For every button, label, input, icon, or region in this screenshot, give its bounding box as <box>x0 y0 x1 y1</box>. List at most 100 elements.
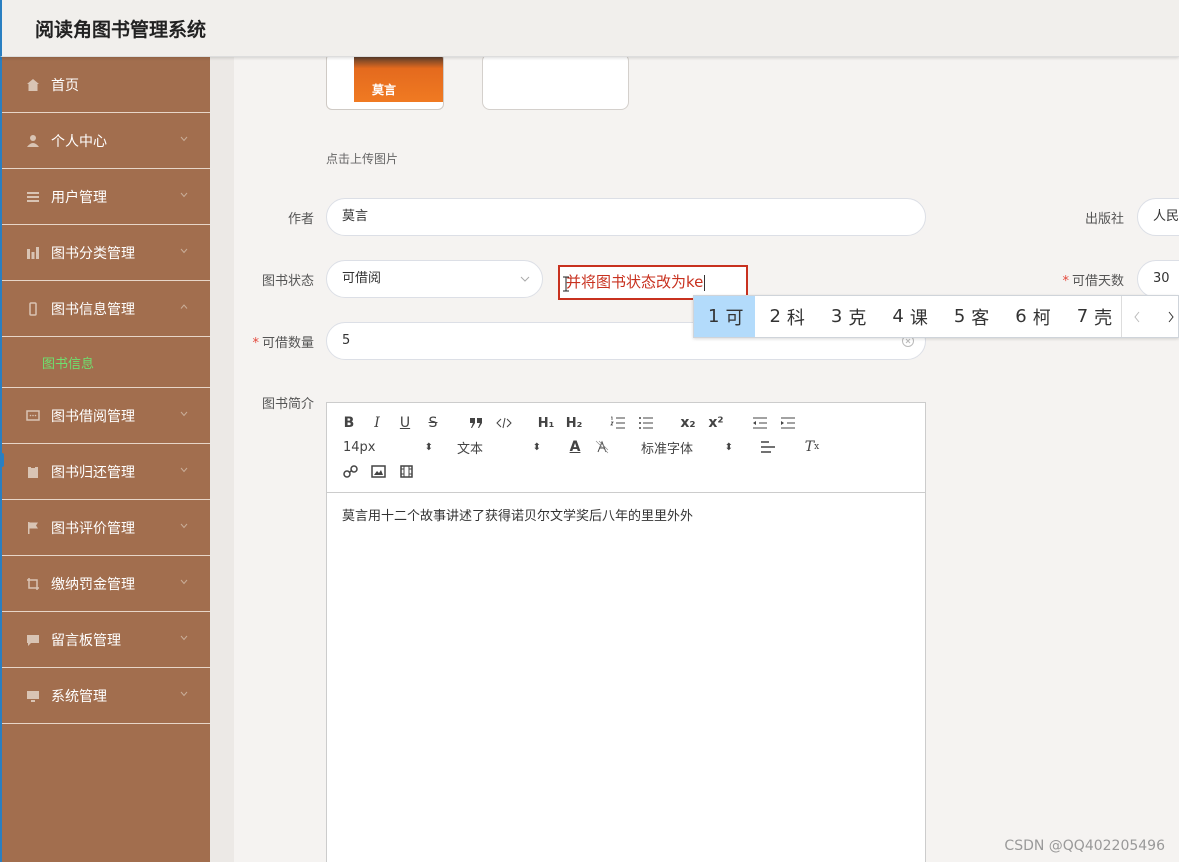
h1-button[interactable]: H₁ <box>535 414 557 432</box>
video-button[interactable] <box>395 462 417 480</box>
font-family-select[interactable]: 标准字体 ⬍ <box>641 438 733 457</box>
ime-candidate[interactable]: 7壳 <box>1063 296 1124 337</box>
sidebar-item-label: 图书信息管理 <box>51 301 135 318</box>
indent-button[interactable] <box>777 414 799 432</box>
font-family-value: 标准字体 <box>641 441 694 457</box>
bold-button[interactable]: B <box>339 414 359 432</box>
days-label: * 可借天数 <box>1044 270 1124 289</box>
link-button[interactable] <box>339 462 361 480</box>
ime-prev-button[interactable] <box>1121 296 1152 337</box>
subscript-button[interactable]: x₂ <box>677 414 699 432</box>
app-title: 阅读角图书管理系统 <box>35 19 207 41</box>
code-button[interactable] <box>493 414 515 432</box>
sidebar-item-label: 系统管理 <box>51 688 107 705</box>
align-button[interactable] <box>757 438 779 456</box>
ime-candidate-number: 7 <box>1076 306 1089 327</box>
align-left-icon <box>761 441 775 453</box>
ime-candidate-number: 5 <box>953 306 966 327</box>
chevron-down-icon <box>180 135 188 143</box>
image-icon <box>370 464 386 478</box>
chevron-down-icon <box>180 191 188 199</box>
h2-button[interactable]: H₂ <box>563 414 585 432</box>
flag-icon <box>26 521 40 535</box>
video-icon <box>399 464 413 478</box>
sidebar-subitem-book-info[interactable]: 图书信息 <box>2 337 210 388</box>
sidebar-item-return[interactable]: 图书归还管理 <box>2 444 210 500</box>
quote-button[interactable] <box>465 414 487 432</box>
sidebar-item-label: 图书评价管理 <box>51 520 135 537</box>
underline-button[interactable]: U <box>395 414 415 432</box>
days-input[interactable]: 30 <box>1137 260 1179 298</box>
ime-candidate[interactable]: 2科 <box>755 296 816 337</box>
status-label: 图书状态 <box>261 274 314 289</box>
quantity-label: * 可借数量 <box>234 332 314 351</box>
sidebar-item-user-management[interactable]: 用户管理 <box>2 169 210 225</box>
chevron-down-icon <box>180 466 188 474</box>
block-type-value: 文本 <box>457 441 484 457</box>
highlight-icon <box>595 440 609 454</box>
sidebar-item-personal-center[interactable]: 个人中心 <box>2 113 210 169</box>
sidebar-item-label: 首页 <box>51 77 79 94</box>
sidebar-item-home[interactable]: 首页 <box>2 57 210 113</box>
ime-candidate-number: 3 <box>830 306 843 327</box>
bullet-list-button[interactable] <box>635 414 657 432</box>
sidebar-item-label: 图书归还管理 <box>51 464 135 481</box>
book-cover-image: 莫言 <box>354 57 443 102</box>
ime-candidate-number: 4 <box>892 306 904 327</box>
chevron-right-icon <box>1168 311 1174 322</box>
upload-hint: 点击上传图片 <box>326 152 399 166</box>
ime-candidate[interactable]: 4课 <box>878 296 939 337</box>
list-icon <box>26 190 40 204</box>
sidebar-item-system[interactable]: 系统管理 <box>2 668 210 724</box>
editor-toolbar: B I U S H₁ H₂ x₂ x² 14px ⬍ 文本 ⬍ A 标准字体 ⬍ Tx <box>327 403 925 493</box>
home-icon <box>26 78 40 92</box>
ordered-list-button[interactable] <box>607 414 629 432</box>
updown-icon: ⬍ <box>724 441 733 453</box>
ime-candidate-number: 2 <box>769 306 781 327</box>
image-button[interactable] <box>367 462 389 480</box>
sidebar-item-label: 图书分类管理 <box>51 245 135 262</box>
image-upload-box[interactable] <box>482 57 629 110</box>
clear-format-button[interactable]: Tx <box>801 438 823 456</box>
font-size-select[interactable]: 14px ⬍ <box>343 438 433 456</box>
background-color-button[interactable] <box>591 438 613 456</box>
sidebar-item-review[interactable]: 图书评价管理 <box>2 500 210 556</box>
sidebar-item-borrow[interactable]: 图书借阅管理 <box>2 388 210 444</box>
ime-candidate-char: 客 <box>971 307 990 329</box>
ime-candidate[interactable]: 1可 <box>694 296 756 337</box>
editor-content[interactable]: 莫言用十二个故事讲述了获得诺贝尔文学奖后八年的里里外外 <box>327 493 925 536</box>
book-cover-thumbnail[interactable]: 莫言 <box>326 57 444 110</box>
superscript-button[interactable]: x² <box>705 414 727 432</box>
ime-next-button[interactable] <box>1156 296 1179 337</box>
ime-candidate-char: 可 <box>725 307 744 329</box>
days-label-text: 可借天数 <box>1071 274 1124 289</box>
author-input[interactable]: 莫言 <box>326 198 926 236</box>
sidebar-item-message-board[interactable]: 留言板管理 <box>2 612 210 668</box>
outdent-icon <box>753 417 767 429</box>
sidebar-item-label: 留言板管理 <box>51 632 121 649</box>
required-mark: * <box>1062 274 1069 289</box>
ime-candidate[interactable]: 5客 <box>940 296 1001 337</box>
watermark: CSDN @QQ402205496 <box>1004 838 1165 854</box>
publisher-input[interactable]: 人民 <box>1137 198 1179 236</box>
sidebar-item-book-category[interactable]: 图书分类管理 <box>2 225 210 281</box>
quantity-label-text: 可借数量 <box>261 336 314 351</box>
ime-candidate[interactable]: 3克 <box>817 296 878 337</box>
chat-icon <box>26 633 40 647</box>
code-icon <box>496 417 512 429</box>
ime-candidate-char: 柯 <box>1032 307 1051 329</box>
font-color-button[interactable]: A <box>565 438 585 456</box>
outdent-button[interactable] <box>749 414 771 432</box>
block-type-select[interactable]: 文本 ⬍ <box>457 438 541 457</box>
chevron-left-icon <box>1134 311 1140 322</box>
strike-button[interactable]: S <box>423 414 443 432</box>
chevron-down-icon <box>180 634 188 642</box>
sidebar: 首页 个人中心 用户管理 图书分类管理 图书信息管理 图书信息 图书借阅管理 图… <box>0 57 210 862</box>
status-select[interactable]: 可借阅 <box>326 260 543 298</box>
phone-icon <box>26 301 40 316</box>
italic-button[interactable]: I <box>367 414 387 432</box>
ime-candidate[interactable]: 6柯 <box>1001 296 1062 337</box>
sidebar-item-book-info[interactable]: 图书信息管理 <box>2 281 210 337</box>
sidebar-item-fine[interactable]: 缴纳罚金管理 <box>2 556 210 612</box>
ime-candidate-bar: 1可 2科 3克 4课 5客 6柯 7壳 <box>693 295 1179 338</box>
